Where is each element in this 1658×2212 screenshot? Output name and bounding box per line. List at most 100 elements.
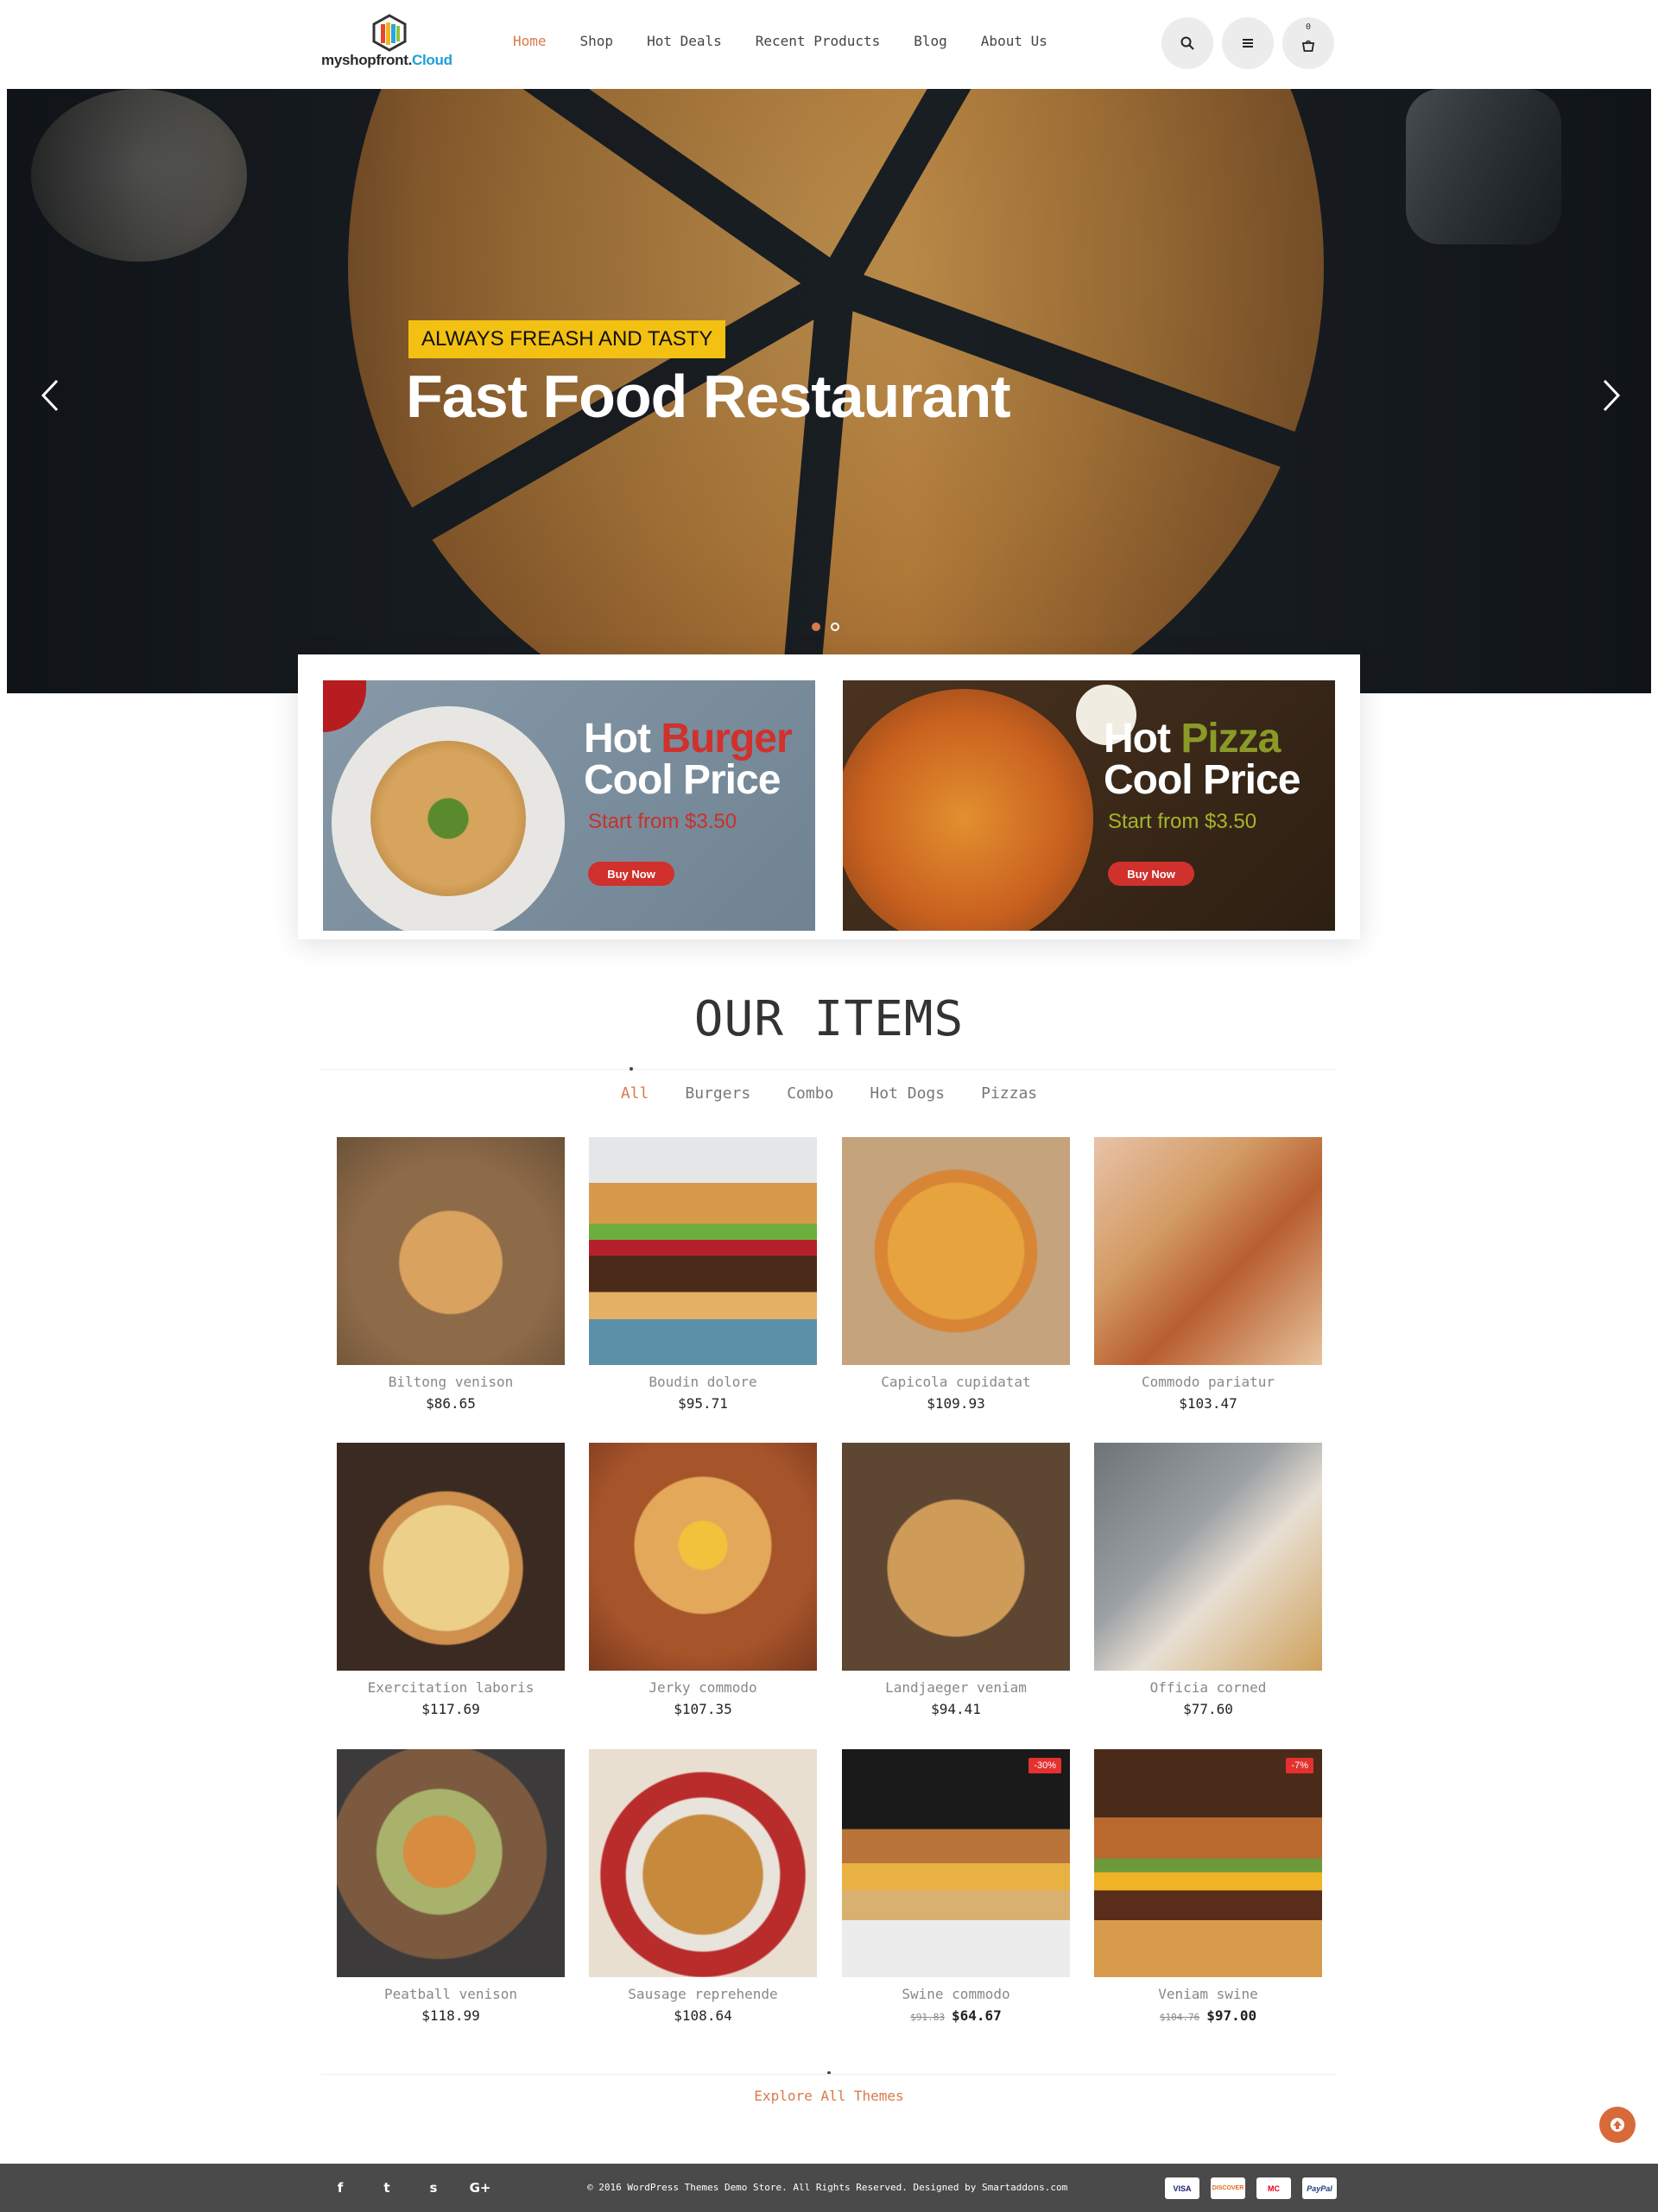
buy-now-button[interactable]: Buy Now — [588, 862, 674, 886]
product-name[interactable]: Veniam swine — [1094, 1986, 1322, 2002]
product-name[interactable]: Commodo pariatur — [1094, 1374, 1322, 1390]
nav-shop[interactable]: Shop — [580, 33, 614, 49]
product-image[interactable] — [589, 1443, 817, 1671]
product-name[interactable]: Exercitation laboris — [337, 1679, 565, 1696]
nav-about-us[interactable]: About Us — [981, 33, 1047, 49]
product-card[interactable]: Jerky commodo $107.35 — [589, 1443, 817, 1717]
hero-title: Fast Food Restaurant — [406, 363, 1011, 430]
slider-prev-icon[interactable] — [33, 374, 67, 417]
product-image[interactable] — [589, 1749, 817, 1977]
filter-hot-dogs[interactable]: Hot Dogs — [870, 1084, 945, 1103]
visa-icon: VISA — [1165, 2177, 1199, 2199]
banner-burger-image — [370, 741, 526, 896]
product-name[interactable]: Officia corned — [1094, 1679, 1322, 1696]
product-name[interactable]: Landjaeger veniam — [842, 1679, 1070, 1696]
product-price: $103.47 — [1179, 1395, 1237, 1412]
product-name[interactable]: Peatball venison — [337, 1986, 565, 2002]
product-card[interactable]: Officia corned $77.60 — [1094, 1443, 1322, 1717]
slider-next-icon[interactable] — [1594, 374, 1629, 417]
logo-text: myshopfront.Cloud — [321, 52, 452, 68]
product-price: $118.99 — [421, 2007, 480, 2024]
banner-burger[interactable]: Hot Burger Cool Price Start from $3.50 B… — [323, 680, 815, 931]
social-links: f t s G+ — [332, 2179, 491, 2196]
banner-heading-line1: Hot Pizza — [1104, 716, 1281, 762]
product-sale-price: $97.00 — [1206, 2007, 1257, 2024]
product-image[interactable]: -30% — [842, 1749, 1070, 1977]
product-image[interactable]: -7% — [1094, 1749, 1322, 1977]
product-image[interactable] — [589, 1137, 817, 1365]
section-title: OUR ITEMS — [693, 991, 965, 1047]
product-name[interactable]: Capicola cupidatat — [842, 1374, 1070, 1390]
product-price: $108.64 — [674, 2007, 732, 2024]
nav-home[interactable]: Home — [513, 33, 547, 49]
product-card[interactable]: -30% Swine commodo $91.83 $64.67 — [842, 1749, 1070, 2024]
search-button[interactable] — [1161, 17, 1213, 69]
banner-price-text: Start from $3.50 — [1108, 810, 1257, 833]
site-logo[interactable]: myshopfront.Cloud — [321, 14, 459, 68]
menu-icon — [1243, 39, 1253, 47]
nav-blog[interactable]: Blog — [914, 33, 947, 49]
site-footer: f t s G+ © 2016 WordPress Themes Demo St… — [0, 2164, 1658, 2212]
banner-heading-line2: Cool Price — [1104, 757, 1300, 803]
product-card[interactable]: Sausage reprehende $108.64 — [589, 1749, 817, 2024]
banner-heading-line2: Cool Price — [584, 757, 781, 803]
product-image[interactable] — [842, 1137, 1070, 1365]
slider-dots — [812, 623, 839, 631]
product-name[interactable]: Boudin dolore — [589, 1374, 817, 1390]
search-icon — [1180, 36, 1194, 50]
product-old-price: $104.76 — [1159, 2012, 1200, 2023]
product-card[interactable]: Peatball venison $118.99 — [337, 1749, 565, 2024]
explore-divider — [321, 2074, 1337, 2075]
product-price: $107.35 — [674, 1701, 732, 1717]
hero-tag: ALWAYS FREASH AND TASTY — [408, 320, 726, 358]
product-price: $104.76 $97.00 — [1094, 2007, 1322, 2024]
product-name[interactable]: Swine commodo — [842, 1986, 1070, 2002]
buy-now-button[interactable]: Buy Now — [1108, 862, 1194, 886]
facebook-icon[interactable]: f — [332, 2179, 349, 2196]
main-nav: Home Shop Hot Deals Recent Products Blog… — [513, 33, 1081, 49]
filter-all[interactable]: All — [621, 1084, 649, 1103]
product-image[interactable] — [337, 1137, 565, 1365]
back-to-top-button[interactable] — [1599, 2107, 1636, 2143]
product-card[interactable]: Biltong venison $86.65 — [337, 1137, 565, 1412]
product-card[interactable]: -7% Veniam swine $104.76 $97.00 — [1094, 1749, 1322, 2024]
product-price: $109.93 — [927, 1395, 985, 1412]
product-price: $91.83 $64.67 — [842, 2007, 1070, 2024]
twitter-icon[interactable]: t — [378, 2179, 396, 2196]
product-name[interactable]: Jerky commodo — [589, 1679, 817, 1696]
filter-burgers[interactable]: Burgers — [685, 1084, 750, 1103]
banner-pizza[interactable]: Hot Pizza Cool Price Start from $3.50 Bu… — [843, 680, 1335, 931]
product-card[interactable]: Capicola cupidatat $109.93 — [842, 1137, 1070, 1412]
product-card[interactable]: Exercitation laboris $117.69 — [337, 1443, 565, 1717]
product-name[interactable]: Biltong venison — [337, 1374, 565, 1390]
skype-icon[interactable]: s — [425, 2179, 442, 2196]
arrow-up-icon — [1611, 2118, 1624, 2132]
filter-pizzas[interactable]: Pizzas — [981, 1084, 1037, 1103]
product-image[interactable] — [337, 1443, 565, 1671]
category-filters: All Burgers Combo Hot Dogs Pizzas — [0, 1084, 1658, 1103]
product-price: $94.41 — [931, 1701, 981, 1717]
banner-ketchup-image — [323, 680, 366, 732]
logo-hexagon-icon — [372, 14, 407, 52]
mastercard-icon: MC — [1256, 2177, 1291, 2199]
slider-dot[interactable] — [812, 623, 820, 631]
cart-icon — [1301, 40, 1315, 52]
menu-button[interactable] — [1222, 17, 1274, 69]
product-card[interactable]: Landjaeger veniam $94.41 — [842, 1443, 1070, 1717]
product-name[interactable]: Sausage reprehende — [589, 1986, 817, 2002]
product-image[interactable] — [1094, 1137, 1322, 1365]
nav-hot-deals[interactable]: Hot Deals — [647, 33, 722, 49]
product-card[interactable]: Boudin dolore $95.71 — [589, 1137, 817, 1412]
nav-recent-products[interactable]: Recent Products — [756, 33, 881, 49]
discount-badge: -7% — [1286, 1758, 1313, 1773]
cart-button[interactable]: 0 — [1282, 17, 1334, 69]
google-plus-icon[interactable]: G+ — [470, 2179, 491, 2196]
filter-combo[interactable]: Combo — [787, 1084, 833, 1103]
product-image[interactable] — [337, 1749, 565, 1977]
explore-all-link[interactable]: Explore All Themes — [0, 2088, 1658, 2104]
slider-dot[interactable] — [831, 623, 839, 631]
product-image[interactable] — [1094, 1443, 1322, 1671]
product-image[interactable] — [842, 1443, 1070, 1671]
product-card[interactable]: Commodo pariatur $103.47 — [1094, 1137, 1322, 1412]
copyright-text: © 2016 WordPress Themes Demo Store. All … — [587, 2182, 1068, 2193]
